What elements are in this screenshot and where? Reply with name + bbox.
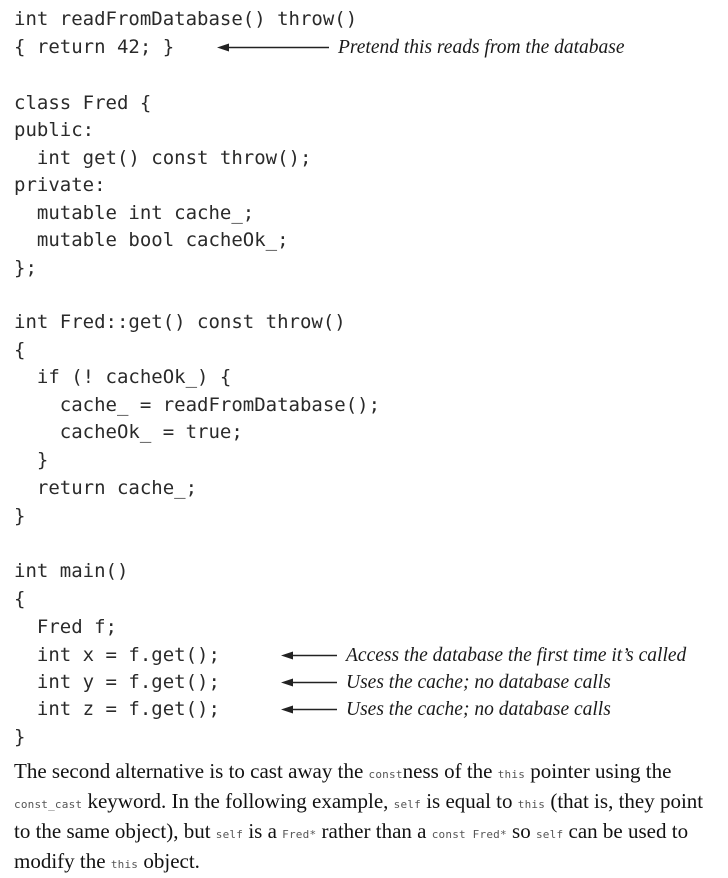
inline-code: this	[497, 768, 526, 781]
arrow-left-icon	[280, 642, 338, 669]
code-annotation: Access the database the first time it’s …	[346, 645, 687, 666]
code-annotation: Uses the cache; no database calls	[346, 699, 611, 720]
code-line: Fred f;	[14, 616, 117, 638]
code-line: private:	[14, 174, 106, 196]
arrow-left-icon	[280, 696, 338, 723]
code-line: int Fred::get() const throw()	[14, 311, 346, 333]
code-line: int main()	[14, 560, 129, 582]
code-line: int z = f.get();	[14, 698, 220, 720]
arrow-left-icon	[216, 34, 330, 61]
paragraph-text: The second alternative is to cast away t…	[14, 759, 369, 783]
code-annotation: Uses the cache; no database calls	[346, 672, 611, 693]
code-line: mutable int cache_;	[14, 202, 255, 224]
inline-code: const Fred*	[431, 828, 507, 841]
paragraph-text: is a	[243, 819, 283, 843]
code-line: }	[14, 449, 49, 471]
code-line: cacheOk_ = true;	[14, 421, 243, 443]
code-line: int x = f.get();	[14, 644, 220, 666]
paragraph-text: is equal to	[420, 789, 518, 813]
inline-code: self	[215, 828, 244, 841]
paragraph-text: so	[506, 819, 536, 843]
paragraph-text: keyword. In the following example,	[82, 789, 394, 813]
code-line: {	[14, 588, 26, 610]
inline-code: self	[535, 828, 564, 841]
inline-code: const_cast	[14, 798, 83, 811]
paragraph-text: ness of the	[402, 759, 498, 783]
inline-code: const	[368, 768, 403, 781]
code-line: int get() const throw();	[14, 147, 312, 169]
inline-code: Fred*	[282, 828, 317, 841]
code-line: class Fred {	[14, 92, 152, 114]
arrow-left-icon	[280, 669, 338, 696]
code-line: { return 42; }	[14, 36, 175, 58]
code-line: public:	[14, 119, 95, 141]
code-annotation: Pretend this reads from the database	[338, 37, 625, 58]
code-line: return cache_;	[14, 477, 198, 499]
inline-code: this	[517, 798, 546, 811]
code-line: cache_ = readFromDatabase();	[14, 394, 381, 416]
inline-code: self	[393, 798, 421, 811]
code-line: mutable bool cacheOk_;	[14, 229, 289, 251]
inline-code: this	[110, 858, 139, 871]
body-paragraph: The second alternative is to cast away t…	[14, 758, 722, 878]
document-page: int readFromDatabase() throw() { return …	[0, 0, 728, 873]
code-line: }	[14, 726, 26, 748]
code-line: };	[14, 257, 37, 279]
code-line: {	[14, 339, 26, 361]
paragraph-text: pointer using the	[525, 759, 672, 783]
code-line: if (! cacheOk_) {	[14, 366, 232, 388]
paragraph-text: rather than a	[316, 819, 432, 843]
paragraph-text: object.	[138, 849, 200, 873]
code-line: int readFromDatabase() throw()	[14, 8, 358, 30]
code-line: }	[14, 505, 26, 527]
code-line: int y = f.get();	[14, 671, 220, 693]
